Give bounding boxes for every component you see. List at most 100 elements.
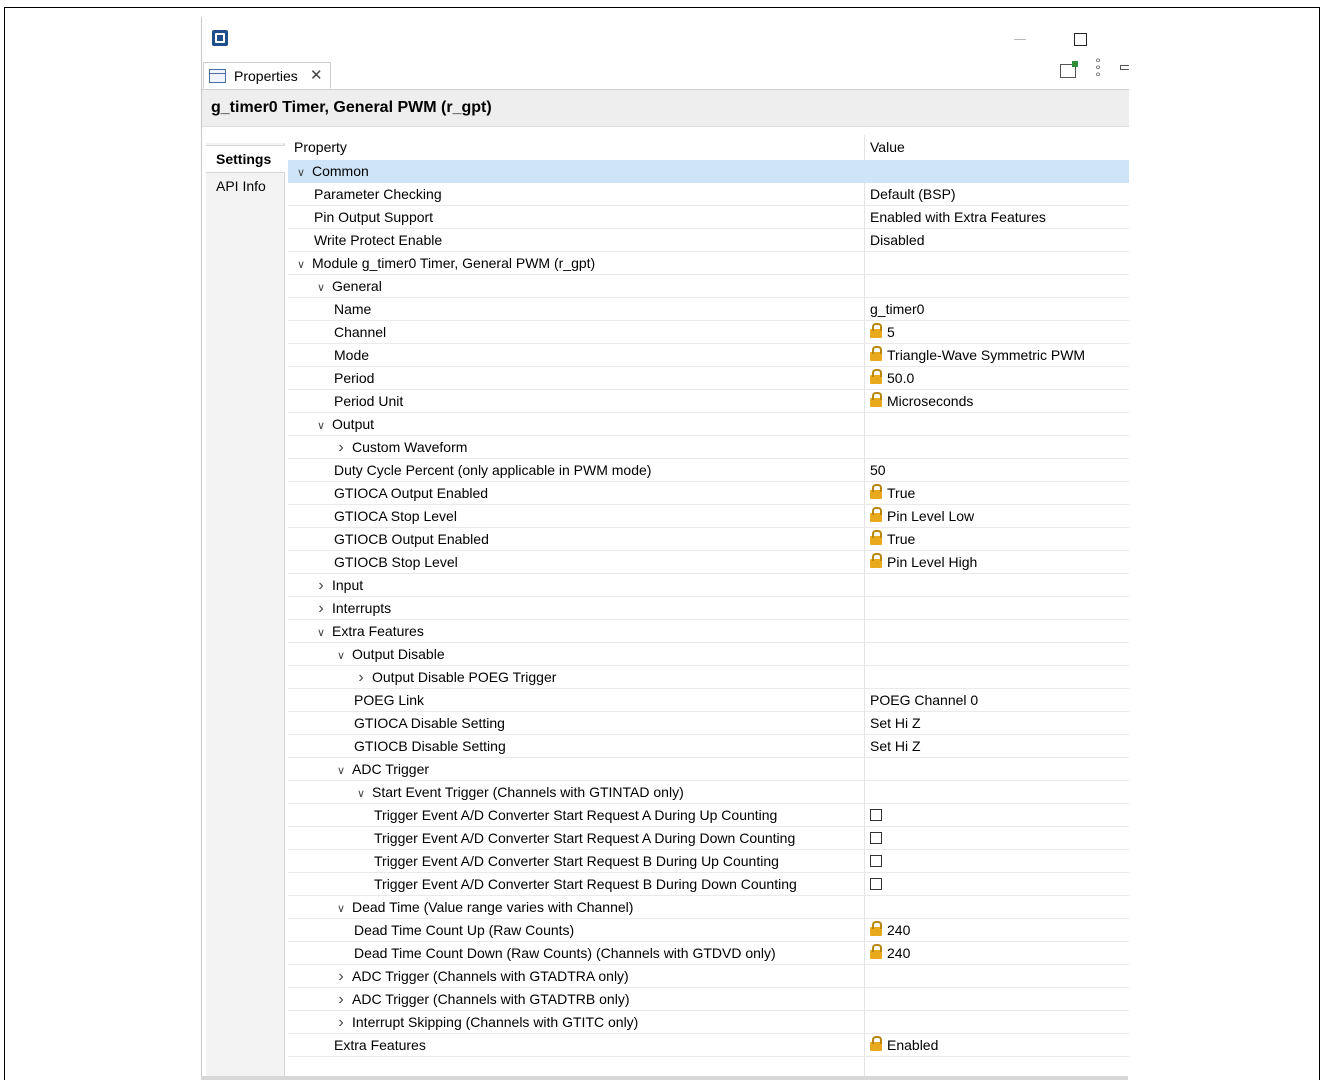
chevron-right-icon[interactable]: › bbox=[354, 670, 368, 686]
column-header-property[interactable]: Property bbox=[294, 139, 347, 155]
table-row[interactable]: › Custom Waveform bbox=[288, 436, 1129, 459]
lock-icon bbox=[870, 346, 882, 361]
table-row[interactable]: ∨ Output bbox=[288, 413, 1129, 436]
table-row[interactable]: GTIOCB Output Enabled True bbox=[288, 528, 1129, 551]
table-row[interactable]: ∨ General bbox=[288, 275, 1129, 298]
value-cell[interactable]: 5 bbox=[870, 323, 895, 340]
table-row[interactable]: Dead Time Count Up (Raw Counts) 240 bbox=[288, 919, 1129, 942]
chevron-right-icon[interactable]: › bbox=[334, 440, 348, 456]
value-cell[interactable]: 50 bbox=[870, 462, 886, 478]
checkbox[interactable] bbox=[870, 855, 882, 867]
table-row[interactable]: GTIOCA Stop Level Pin Level Low bbox=[288, 505, 1129, 528]
value-cell[interactable]: Pin Level Low bbox=[870, 507, 974, 524]
table-row[interactable]: Trigger Event A/D Converter Start Reques… bbox=[288, 804, 1129, 827]
table-row[interactable]: ∨ Extra Features bbox=[288, 620, 1129, 643]
table-row[interactable]: Name g_timer0 bbox=[288, 298, 1129, 321]
table-row[interactable]: GTIOCB Disable Setting Set Hi Z bbox=[288, 735, 1129, 758]
table-row[interactable]: Dead Time Count Down (Raw Counts) (Chann… bbox=[288, 942, 1129, 965]
side-tab-settings[interactable]: Settings bbox=[206, 145, 285, 173]
chevron-right-icon[interactable]: › bbox=[334, 969, 348, 985]
lock-icon bbox=[870, 369, 882, 384]
table-row[interactable]: › ADC Trigger (Channels with GTADTRA only… bbox=[288, 965, 1129, 988]
value-cell[interactable]: Pin Level High bbox=[870, 553, 977, 570]
value-cell[interactable]: Microseconds bbox=[870, 392, 973, 409]
chevron-down-icon[interactable]: ∨ bbox=[354, 787, 368, 800]
value-cell[interactable]: g_timer0 bbox=[870, 301, 924, 317]
value-cell[interactable] bbox=[870, 830, 882, 846]
checkbox[interactable] bbox=[870, 809, 882, 821]
table-row[interactable]: Duty Cycle Percent (only applicable in P… bbox=[288, 459, 1129, 482]
table-row[interactable]: ∨ Common bbox=[288, 160, 1129, 183]
value-cell[interactable]: POEG Channel 0 bbox=[870, 692, 978, 708]
view-menu-icon[interactable]: ° ° ° bbox=[1095, 56, 1101, 84]
table-row[interactable]: Trigger Event A/D Converter Start Reques… bbox=[288, 827, 1129, 850]
chevron-down-icon[interactable]: ∨ bbox=[294, 166, 308, 179]
minimize-view-icon[interactable] bbox=[1120, 65, 1129, 70]
property-label: Output Disable POEG Trigger bbox=[372, 669, 557, 685]
table-row[interactable]: › Output Disable POEG Trigger bbox=[288, 666, 1129, 689]
table-row[interactable]: ∨ Start Event Trigger (Channels with GTIN… bbox=[288, 781, 1129, 804]
table-row[interactable]: Trigger Event A/D Converter Start Reques… bbox=[288, 873, 1129, 896]
value-cell[interactable]: 50.0 bbox=[870, 369, 914, 386]
chevron-down-icon[interactable]: ∨ bbox=[294, 258, 308, 271]
value-cell[interactable] bbox=[870, 853, 882, 869]
tab-properties[interactable]: Properties ✕ bbox=[203, 62, 331, 89]
table-row[interactable]: Channel 5 bbox=[288, 321, 1129, 344]
table-row[interactable]: Pin Output Support Enabled with Extra Fea… bbox=[288, 206, 1129, 229]
close-icon[interactable]: ✕ bbox=[310, 66, 323, 84]
value-cell[interactable]: 240 bbox=[870, 921, 910, 938]
side-tab-api-info[interactable]: API Info bbox=[206, 173, 284, 199]
pin-view-icon[interactable] bbox=[1060, 61, 1078, 78]
value-cell[interactable]: 240 bbox=[870, 944, 910, 961]
table-row[interactable]: Write Protect Enable Disabled bbox=[288, 229, 1129, 252]
table-row[interactable]: ∨ ADC Trigger bbox=[288, 758, 1129, 781]
table-row[interactable]: Period Unit Microseconds bbox=[288, 390, 1129, 413]
table-row[interactable]: Extra Features Enabled bbox=[288, 1034, 1129, 1057]
table-row[interactable]: Parameter Checking Default (BSP) bbox=[288, 183, 1129, 206]
chevron-down-icon[interactable]: ∨ bbox=[314, 419, 328, 432]
maximize-button[interactable] bbox=[1074, 33, 1087, 46]
table-row[interactable]: ∨ Module g_timer0 Timer, General PWM (r_g… bbox=[288, 252, 1129, 275]
chevron-down-icon[interactable]: ∨ bbox=[334, 649, 348, 662]
chevron-right-icon[interactable]: › bbox=[334, 992, 348, 1008]
chevron-down-icon[interactable]: ∨ bbox=[334, 902, 348, 915]
table-row[interactable]: POEG Link POEG Channel 0 bbox=[288, 689, 1129, 712]
value-cell[interactable]: True bbox=[870, 530, 915, 547]
property-cell: ∨ ADC Trigger bbox=[334, 761, 429, 777]
table-row[interactable]: ∨ Dead Time (Value range varies with Chan… bbox=[288, 896, 1129, 919]
table-row[interactable]: Period 50.0 bbox=[288, 367, 1129, 390]
value-cell[interactable]: Disabled bbox=[870, 232, 924, 248]
table-row[interactable]: › ADC Trigger (Channels with GTADTRB only… bbox=[288, 988, 1129, 1011]
value-cell[interactable]: Set Hi Z bbox=[870, 738, 921, 754]
column-header-value[interactable]: Value bbox=[870, 139, 905, 155]
chevron-right-icon[interactable]: › bbox=[314, 601, 328, 617]
table-row[interactable]: GTIOCB Stop Level Pin Level High bbox=[288, 551, 1129, 574]
minimize-button[interactable] bbox=[1014, 39, 1026, 40]
table-row[interactable]: Trigger Event A/D Converter Start Reques… bbox=[288, 850, 1129, 873]
table-row[interactable]: Mode Triangle-Wave Symmetric PWM bbox=[288, 344, 1129, 367]
table-row[interactable]: › Interrupts bbox=[288, 597, 1129, 620]
table-row[interactable]: › Input bbox=[288, 574, 1129, 597]
value-cell[interactable] bbox=[870, 807, 882, 823]
chevron-right-icon[interactable]: › bbox=[314, 578, 328, 594]
table-row[interactable]: GTIOCA Output Enabled True bbox=[288, 482, 1129, 505]
chevron-right-icon[interactable]: › bbox=[334, 1015, 348, 1031]
value-cell[interactable] bbox=[870, 876, 882, 892]
value-cell[interactable]: Default (BSP) bbox=[870, 186, 956, 202]
value-cell[interactable]: Enabled with Extra Features bbox=[870, 209, 1046, 225]
value-cell[interactable]: Enabled bbox=[870, 1036, 938, 1053]
chevron-down-icon[interactable]: ∨ bbox=[314, 281, 328, 294]
property-label: Interrupts bbox=[332, 600, 392, 616]
checkbox[interactable] bbox=[870, 878, 882, 890]
value-cell[interactable]: Set Hi Z bbox=[870, 715, 921, 731]
chevron-down-icon[interactable]: ∨ bbox=[334, 764, 348, 777]
table-row[interactable]: › Interrupt Skipping (Channels with GTITC… bbox=[288, 1011, 1129, 1034]
value-cell[interactable]: Triangle-Wave Symmetric PWM bbox=[870, 346, 1085, 363]
table-row[interactable]: GTIOCA Disable Setting Set Hi Z bbox=[288, 712, 1129, 735]
checkbox[interactable] bbox=[870, 832, 882, 844]
value-cell[interactable]: True bbox=[870, 484, 915, 501]
chevron-down-icon[interactable]: ∨ bbox=[314, 626, 328, 639]
table-row[interactable]: ∨ Output Disable bbox=[288, 643, 1129, 666]
property-label: Dead Time Count Down (Raw Counts) (Chann… bbox=[354, 945, 776, 961]
value-text: Set Hi Z bbox=[870, 738, 921, 754]
